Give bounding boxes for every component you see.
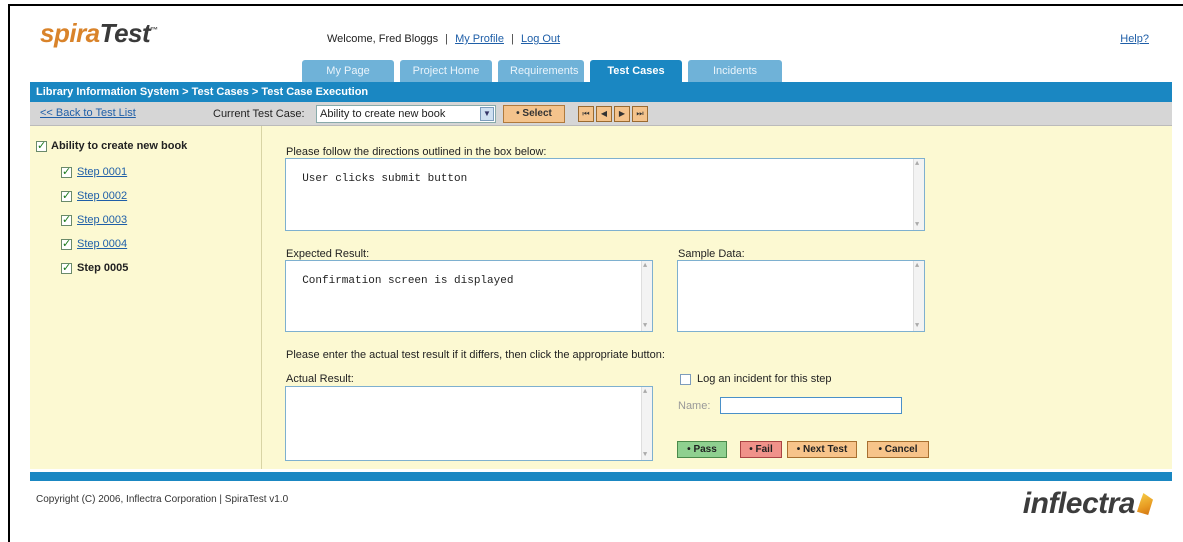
log-incident-label: Log an incident for this step — [697, 373, 832, 385]
first-icon[interactable]: ⏮ — [578, 106, 594, 122]
scrollbar[interactable] — [641, 261, 652, 331]
flame-icon — [1137, 493, 1153, 515]
test-case-root: Ability to create new book — [36, 139, 188, 152]
tab-incidents[interactable]: Incidents — [688, 60, 782, 82]
current-test-case-label: Current Test Case: — [213, 108, 305, 120]
footer-bar — [30, 472, 1172, 481]
tab-requirements[interactable]: Requirements — [498, 60, 584, 82]
sample-data-textarea[interactable] — [677, 260, 925, 332]
step-link-0001[interactable]: Step 0001 — [77, 166, 127, 178]
last-icon[interactable]: ⏭ — [632, 106, 648, 122]
directions-value: User clicks submit button — [302, 173, 468, 185]
checkbox-checked-icon — [61, 237, 72, 250]
logo-spira: spira — [40, 18, 100, 48]
log-incident-row: Log an incident for this step — [680, 373, 832, 385]
checkbox-checked-icon — [61, 189, 72, 202]
tree-step: Step 0004 — [61, 237, 127, 250]
directions-label: Please follow the directions outlined in… — [286, 146, 547, 158]
tree-step-current: Step 0005 — [61, 261, 129, 274]
logo-tm: ™ — [150, 25, 158, 35]
breadcrumb: Library Information System > Test Cases … — [30, 82, 1172, 102]
chevron-down-icon[interactable]: ▼ — [480, 107, 494, 121]
tab-project-home[interactable]: Project Home — [400, 60, 492, 82]
checkbox-checked-icon — [61, 213, 72, 226]
actual-result-label: Actual Result: — [286, 373, 354, 385]
logo-test: Test — [99, 18, 151, 48]
step-link-0004[interactable]: Step 0004 — [77, 238, 127, 250]
log-out-link[interactable]: Log Out — [521, 33, 560, 45]
expected-result-textarea[interactable]: Confirmation screen is displayed — [285, 260, 653, 332]
my-profile-link[interactable]: My Profile — [455, 33, 504, 45]
copyright-text: Copyright (C) 2006, Inflectra Corporatio… — [36, 494, 289, 505]
spiratest-logo: spiraTest™ — [40, 18, 158, 49]
step-link-0002[interactable]: Step 0002 — [77, 190, 127, 202]
next-icon[interactable]: ▶ — [614, 106, 630, 122]
tree-step: Step 0001 — [61, 165, 127, 178]
execution-toolbar: << Back to Test List Current Test Case: … — [30, 102, 1172, 126]
current-test-case-value: Ability to create new book — [320, 108, 446, 120]
previous-icon[interactable]: ◀ — [596, 106, 612, 122]
step-tree: Ability to create new book Step 0001 Ste… — [30, 126, 262, 469]
welcome-text: Welcome, Fred Bloggs — [327, 33, 439, 45]
fail-button[interactable]: • Fail — [740, 441, 782, 458]
checkbox-checked-icon — [36, 139, 47, 152]
inflectra-logo-text: inflectra — [1022, 487, 1136, 520]
scrollbar[interactable] — [641, 387, 652, 460]
tab-test-cases[interactable]: Test Cases — [590, 60, 682, 82]
incident-name-label: Name: — [678, 400, 711, 412]
log-incident-checkbox[interactable] — [680, 373, 691, 385]
tree-step: Step 0003 — [61, 213, 127, 226]
test-case-root-label: Ability to create new book — [51, 140, 188, 152]
scrollbar[interactable] — [913, 261, 924, 331]
actual-result-textarea[interactable] — [285, 386, 653, 461]
inflectra-logo: inflectra — [1023, 487, 1153, 521]
instruction-text: Please enter the actual test result if i… — [286, 349, 665, 361]
checkbox-checked-icon — [61, 165, 72, 178]
checkbox-checked-icon — [61, 261, 72, 274]
welcome-bar: Welcome, Fred Bloggs | My Profile | Log … — [327, 33, 560, 45]
sample-data-label: Sample Data: — [678, 248, 745, 260]
test-case-navigation: ⏮ ◀ ▶ ⏭ — [578, 106, 648, 122]
separator: | — [511, 33, 514, 45]
select-button[interactable]: • Select — [503, 105, 565, 123]
scrollbar[interactable] — [913, 159, 924, 230]
tab-my-page[interactable]: My Page — [302, 60, 394, 82]
expected-result-label: Expected Result: — [286, 248, 370, 260]
step-link-0003[interactable]: Step 0003 — [77, 214, 127, 226]
separator: | — [445, 33, 448, 45]
incident-name-input[interactable] — [720, 397, 902, 414]
pass-button[interactable]: • Pass — [677, 441, 727, 458]
expected-result-value: Confirmation screen is displayed — [302, 275, 514, 287]
next-test-button[interactable]: • Next Test — [787, 441, 857, 458]
cancel-button[interactable]: • Cancel — [867, 441, 929, 458]
main-tabs: My Page Project Home Requirements Test C… — [302, 60, 782, 82]
tree-step: Step 0002 — [61, 189, 127, 202]
directions-textarea[interactable]: User clicks submit button — [285, 158, 925, 231]
step-current-label: Step 0005 — [77, 262, 129, 274]
back-to-test-list-link[interactable]: << Back to Test List — [40, 107, 136, 119]
current-test-case-select[interactable]: Ability to create new book ▼ — [316, 105, 496, 123]
help-link[interactable]: Help? — [1120, 33, 1149, 45]
